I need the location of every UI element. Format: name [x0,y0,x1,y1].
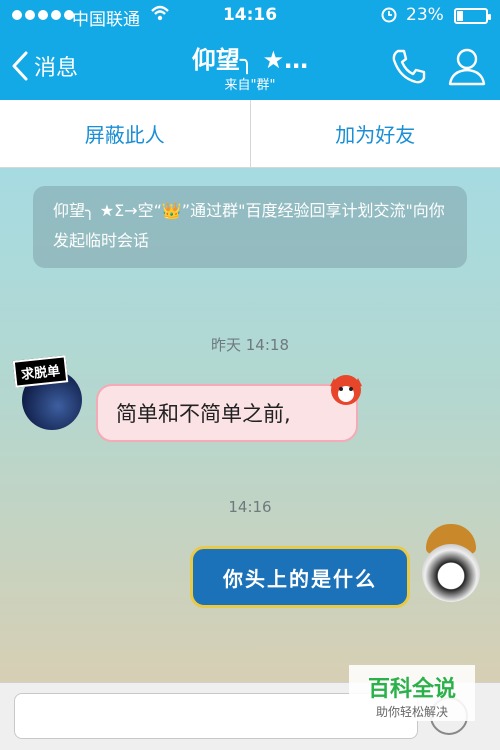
battery-icon [454,8,491,24]
watermark-logo: 百科全说 助你轻松解决 [349,665,475,721]
sender-avatar[interactable]: 求脱单 [12,355,86,430]
timestamp: 昨天 14:18 [211,336,289,354]
battery-percent: 23% [406,5,444,25]
watermark-title: 百科全说 [367,677,456,702]
timestamp: 14:16 [228,498,272,516]
incoming-message-bubble[interactable]: 简单和不简单之前, [96,384,358,442]
block-button[interactable]: 屏蔽此人 [0,100,250,167]
message-text: 简单和不简单之前, [116,402,291,426]
status-bar: 中国联通 14:16 23% [0,0,500,32]
phone-icon [392,49,426,84]
chat-area[interactable]: 仰望╮ ★Σ→空“👑”通过群"百度经验回享计划交流"向你发起临时会话 昨天 14… [0,168,500,682]
system-message: 仰望╮ ★Σ→空“👑”通过群"百度经验回享计划交流"向你发起临时会话 [33,186,467,268]
avatar-tag: 求脱单 [12,355,69,388]
profile-button[interactable] [446,46,488,86]
my-avatar[interactable] [418,524,484,608]
call-button[interactable] [388,46,428,86]
profile-icon [448,48,486,86]
panda-avatar-image [422,544,480,602]
alarm-icon [380,5,398,28]
outgoing-message-bubble[interactable]: 你头上的是什么 [190,546,410,608]
fox-sticker-icon [330,375,362,405]
action-bar: 屏蔽此人 加为好友 [0,100,500,168]
add-friend-button[interactable]: 加为好友 [249,100,500,167]
watermark-subtitle: 助你轻松解决 [375,705,448,719]
message-text: 你头上的是什么 [223,566,377,591]
nav-bar: 中国联通 14:16 23% 消息 仰望╮ ★… 来自"群" [0,0,500,100]
